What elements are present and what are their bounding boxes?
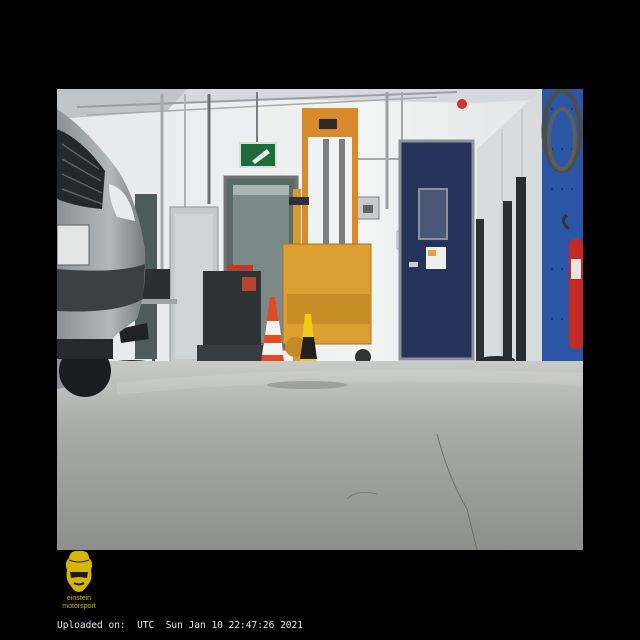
einstein-motorsport-logo: einstein motorsport [62,550,96,610]
upload-timestamp: UTC Sun Jan 10 22:47:26 2021 [137,620,303,631]
garage-photo [57,89,583,550]
upload-label: Uploaded on: [57,620,126,631]
logo-text-line2: motorsport [62,603,96,610]
logo-text-line1: einstein [67,595,91,602]
upload-info: Uploaded on: UTC Sun Jan 10 22:47:26 202… [57,620,303,632]
einstein-face-icon [65,550,93,592]
